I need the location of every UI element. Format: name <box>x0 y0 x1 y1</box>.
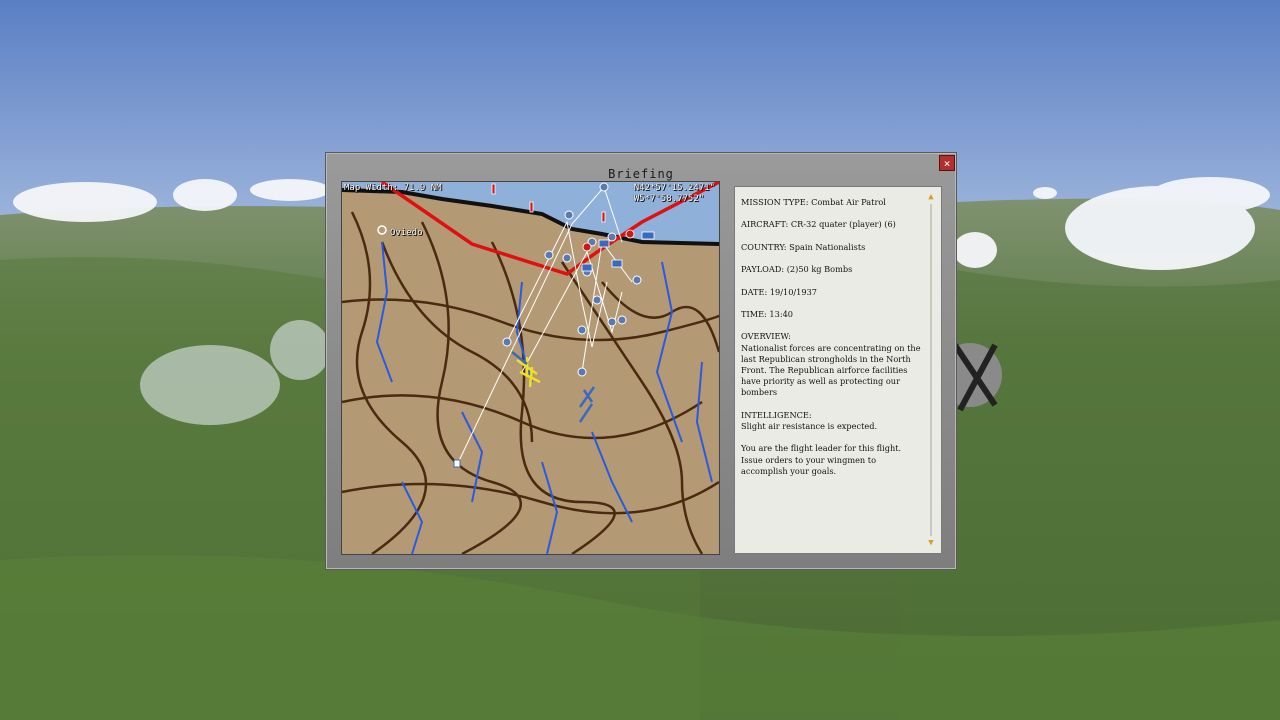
payload-info: PAYLOAD: (2)50 kg Bombs <box>741 264 853 275</box>
mission-map[interactable]: Map Width: 71.9 NM N42*57'15.2471" W5*7'… <box>341 181 720 555</box>
scroll-track[interactable] <box>930 204 932 536</box>
overview-body: Nationalist forces are concentrating on … <box>741 342 921 398</box>
map-width-label: Map Width: 71.9 NM <box>344 183 442 193</box>
date-info: DATE: 19/10/1937 <box>741 286 818 297</box>
briefing-panel: MISSION TYPE: Combat Air Patrol AIRCRAFT… <box>734 186 942 554</box>
close-button[interactable]: × <box>939 155 955 171</box>
country-info: COUNTRY: Spain Nationalists <box>741 241 866 252</box>
map-coordinates: N42*57'15.2471" W5*7'58.7752" <box>634 183 715 205</box>
briefing-scrollbar[interactable]: ▲ ▼ <box>926 192 936 548</box>
town-label-oviedo: Oviedo <box>390 228 423 238</box>
leader-instructions: You are the flight leader for this fligh… <box>741 443 902 476</box>
briefing-text: MISSION TYPE: Combat Air Patrol AIRCRAFT… <box>741 197 921 488</box>
window-title: Briefing <box>608 167 674 181</box>
overview-heading: OVERVIEW: <box>741 331 791 342</box>
time-info: TIME: 13:40 <box>741 308 794 319</box>
briefing-window: Briefing × Map Width: 71.9 NM N42*57'15.… <box>325 152 957 570</box>
mission-type: MISSION TYPE: Combat Air Patrol <box>741 197 886 207</box>
intelligence-body: Slight air resistance is expected. <box>741 420 878 431</box>
close-icon: × <box>943 156 951 170</box>
longitude-readout: W5*7'58.7752" <box>633 194 705 204</box>
scroll-down-icon[interactable]: ▼ <box>926 538 936 548</box>
latitude-readout: N42*57'15.2471" <box>633 183 715 193</box>
intelligence-heading: INTELLIGENCE: <box>741 409 812 420</box>
scroll-up-icon[interactable]: ▲ <box>926 192 936 202</box>
aircraft-info: AIRCRAFT: CR-32 quater (player) (6) <box>741 219 896 230</box>
